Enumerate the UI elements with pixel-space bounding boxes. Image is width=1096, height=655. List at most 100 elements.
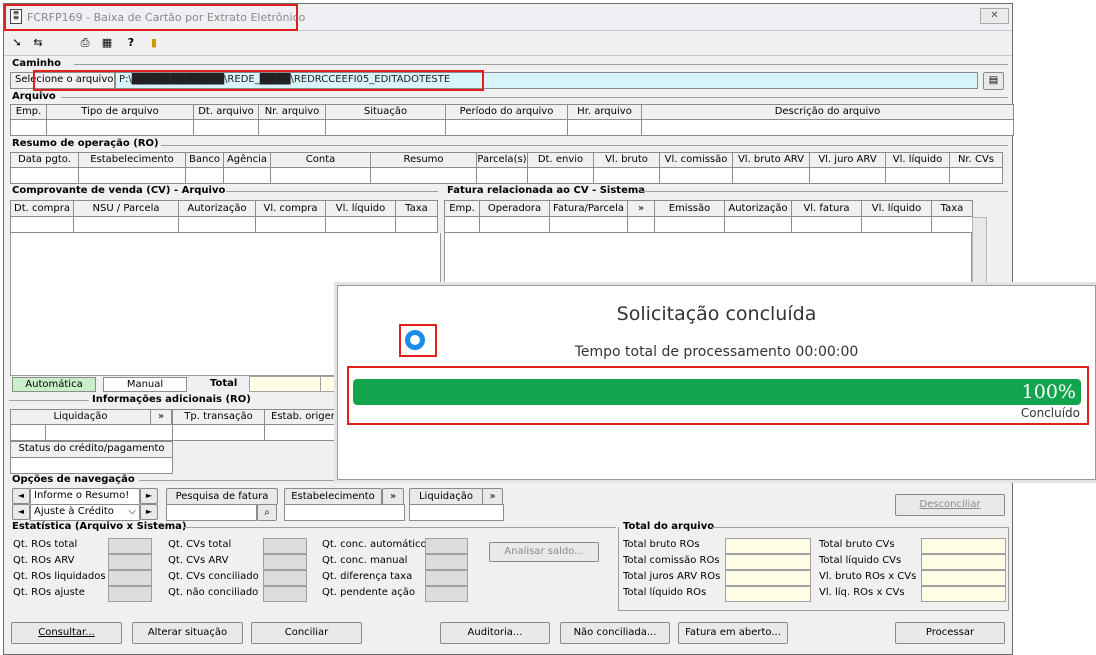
close-button[interactable]: ✕	[980, 8, 1009, 24]
fatura-cell[interactable]	[931, 216, 973, 233]
total-c2-value	[921, 538, 1006, 554]
arquivo-cell[interactable]	[193, 119, 259, 136]
resumo-cell[interactable]	[185, 167, 224, 184]
arquivo-cell[interactable]	[567, 119, 642, 136]
help-icon[interactable]: ?	[124, 36, 138, 50]
estabelecimento-more-button[interactable]: »	[382, 488, 404, 505]
resumo-cell[interactable]	[270, 167, 371, 184]
alterar-situacao-button[interactable]: Alterar situação	[132, 622, 243, 644]
estab-origem-field[interactable]	[264, 424, 344, 441]
fatura-cell[interactable]	[791, 216, 862, 233]
liquidacao-field[interactable]	[10, 424, 46, 441]
comprovante-cell[interactable]	[325, 216, 396, 233]
conciliar-button[interactable]: Conciliar	[251, 622, 362, 644]
liquidacao-more-button[interactable]: »	[150, 409, 172, 425]
fatura-cell[interactable]	[861, 216, 932, 233]
estatistica-section: Estatística (Arquivo x Sistema)	[12, 521, 187, 532]
resumo-cell[interactable]	[885, 167, 950, 184]
liquidacao-nav-more-button[interactable]: »	[482, 488, 503, 505]
tp-transacao-field[interactable]	[172, 424, 265, 441]
estat-c3-value	[425, 554, 468, 570]
comprovante-cell[interactable]	[73, 216, 179, 233]
liquidacao-nav-field[interactable]	[409, 504, 504, 521]
auditoria-button[interactable]: Auditoria...	[440, 622, 550, 644]
fatura-cell[interactable]	[479, 216, 550, 233]
total-c2-label: Total líquido CVs	[819, 555, 902, 566]
estat-c1-label: Qt. ROs liquidados	[13, 571, 106, 582]
estabelecimento-field[interactable]	[284, 504, 405, 521]
estat-c2-value	[263, 570, 307, 586]
arquivo-cell[interactable]	[325, 119, 446, 136]
divider	[9, 400, 89, 401]
pesquisa-field[interactable]	[166, 504, 257, 521]
comprovante-cell[interactable]	[178, 216, 256, 233]
informe-field[interactable]: Informe o Resumo!	[30, 488, 140, 505]
estat-c3-label: Qt. conc. automático	[322, 539, 427, 550]
resumo-cell[interactable]	[370, 167, 477, 184]
fatura-cell[interactable]	[627, 216, 655, 233]
nao-conciliada-button[interactable]: Não conciliada...	[560, 622, 670, 644]
arquivo-cell[interactable]	[10, 119, 47, 136]
print-icon[interactable]: ⎙	[78, 36, 92, 50]
liquidacao-button[interactable]: Liquidação	[409, 488, 483, 505]
liquidacao-header: Liquidação	[10, 409, 151, 425]
search-icon[interactable]: ⌕	[257, 504, 277, 521]
dialog-title: Solicitação concluída	[616, 303, 817, 325]
arquivo-cell[interactable]	[258, 119, 326, 136]
ajuste-label: Ajuste à Crédito	[34, 506, 114, 517]
divider	[226, 191, 438, 192]
progress-percent: 100%	[1021, 381, 1076, 403]
pesquisa-fatura-button[interactable]: Pesquisa de fatura	[166, 488, 278, 505]
fatura-aberto-button[interactable]: Fatura em aberto...	[678, 622, 788, 644]
processar-button[interactable]: Processar	[895, 622, 1005, 644]
fatura-col-header: Vl. líquido	[861, 200, 932, 217]
status-field[interactable]	[10, 457, 173, 474]
resumo-cell[interactable]	[593, 167, 660, 184]
resumo-cell[interactable]	[78, 167, 186, 184]
arquivo-cell[interactable]	[445, 119, 568, 136]
fatura-cell[interactable]	[654, 216, 725, 233]
comprovante-cell[interactable]	[395, 216, 438, 233]
resumo-cell[interactable]	[809, 167, 886, 184]
comprovante-cell[interactable]	[10, 216, 74, 233]
auto-mode-button[interactable]: Automática	[12, 377, 96, 392]
resumo-cell[interactable]	[223, 167, 271, 184]
calculator-icon[interactable]: ▦	[100, 36, 114, 50]
exit-icon[interactable]: ▮	[147, 36, 161, 50]
resumo-cell[interactable]	[10, 167, 79, 184]
liquidacao-field-2[interactable]	[45, 424, 173, 441]
fatura-col-header: Fatura/Parcela	[549, 200, 628, 217]
resumo-col-header: Dt. envio	[527, 152, 594, 168]
nav-section: Opções de navegação	[12, 474, 135, 485]
swap-icon[interactable]: ⇆	[31, 36, 45, 50]
arrow-icon[interactable]: ➘	[10, 36, 24, 50]
resumo-cell[interactable]	[732, 167, 810, 184]
prev-ajuste-button[interactable]: ◄	[12, 504, 30, 520]
divider	[61, 97, 1008, 98]
estat-c2-label: Qt. CVs ARV	[168, 555, 229, 566]
comprovante-col-header: NSU / Parcela	[73, 200, 179, 217]
next-resumo-button[interactable]: ►	[140, 488, 158, 504]
prev-resumo-button[interactable]: ◄	[12, 488, 30, 504]
folder-icon[interactable]: ▤	[983, 72, 1004, 90]
desconciliar-button[interactable]: Desconciliar	[895, 494, 1005, 516]
total-c2-value	[921, 586, 1006, 602]
fatura-cell[interactable]	[549, 216, 628, 233]
next-ajuste-button[interactable]: ►	[140, 504, 158, 520]
resumo-cell[interactable]	[476, 167, 528, 184]
manual-mode-button[interactable]: Manual	[103, 377, 187, 392]
arquivo-col-header: Descrição do arquivo	[641, 104, 1014, 120]
resumo-cell[interactable]	[949, 167, 1003, 184]
arquivo-cell[interactable]	[46, 119, 194, 136]
resumo-col-header: Resumo	[370, 152, 477, 168]
resumo-cell[interactable]	[659, 167, 733, 184]
analisar-saldo-button[interactable]: Analisar saldo...	[489, 542, 599, 562]
ajuste-select[interactable]: Ajuste à Crédito ⌵	[30, 504, 140, 521]
consultar-button[interactable]: Consultar...	[11, 622, 122, 644]
fatura-cell[interactable]	[724, 216, 792, 233]
arquivo-cell[interactable]	[641, 119, 1014, 136]
resumo-cell[interactable]	[527, 167, 594, 184]
estabelecimento-button[interactable]: Estabelecimento	[284, 488, 382, 505]
comprovante-cell[interactable]	[255, 216, 326, 233]
fatura-cell[interactable]	[444, 216, 480, 233]
